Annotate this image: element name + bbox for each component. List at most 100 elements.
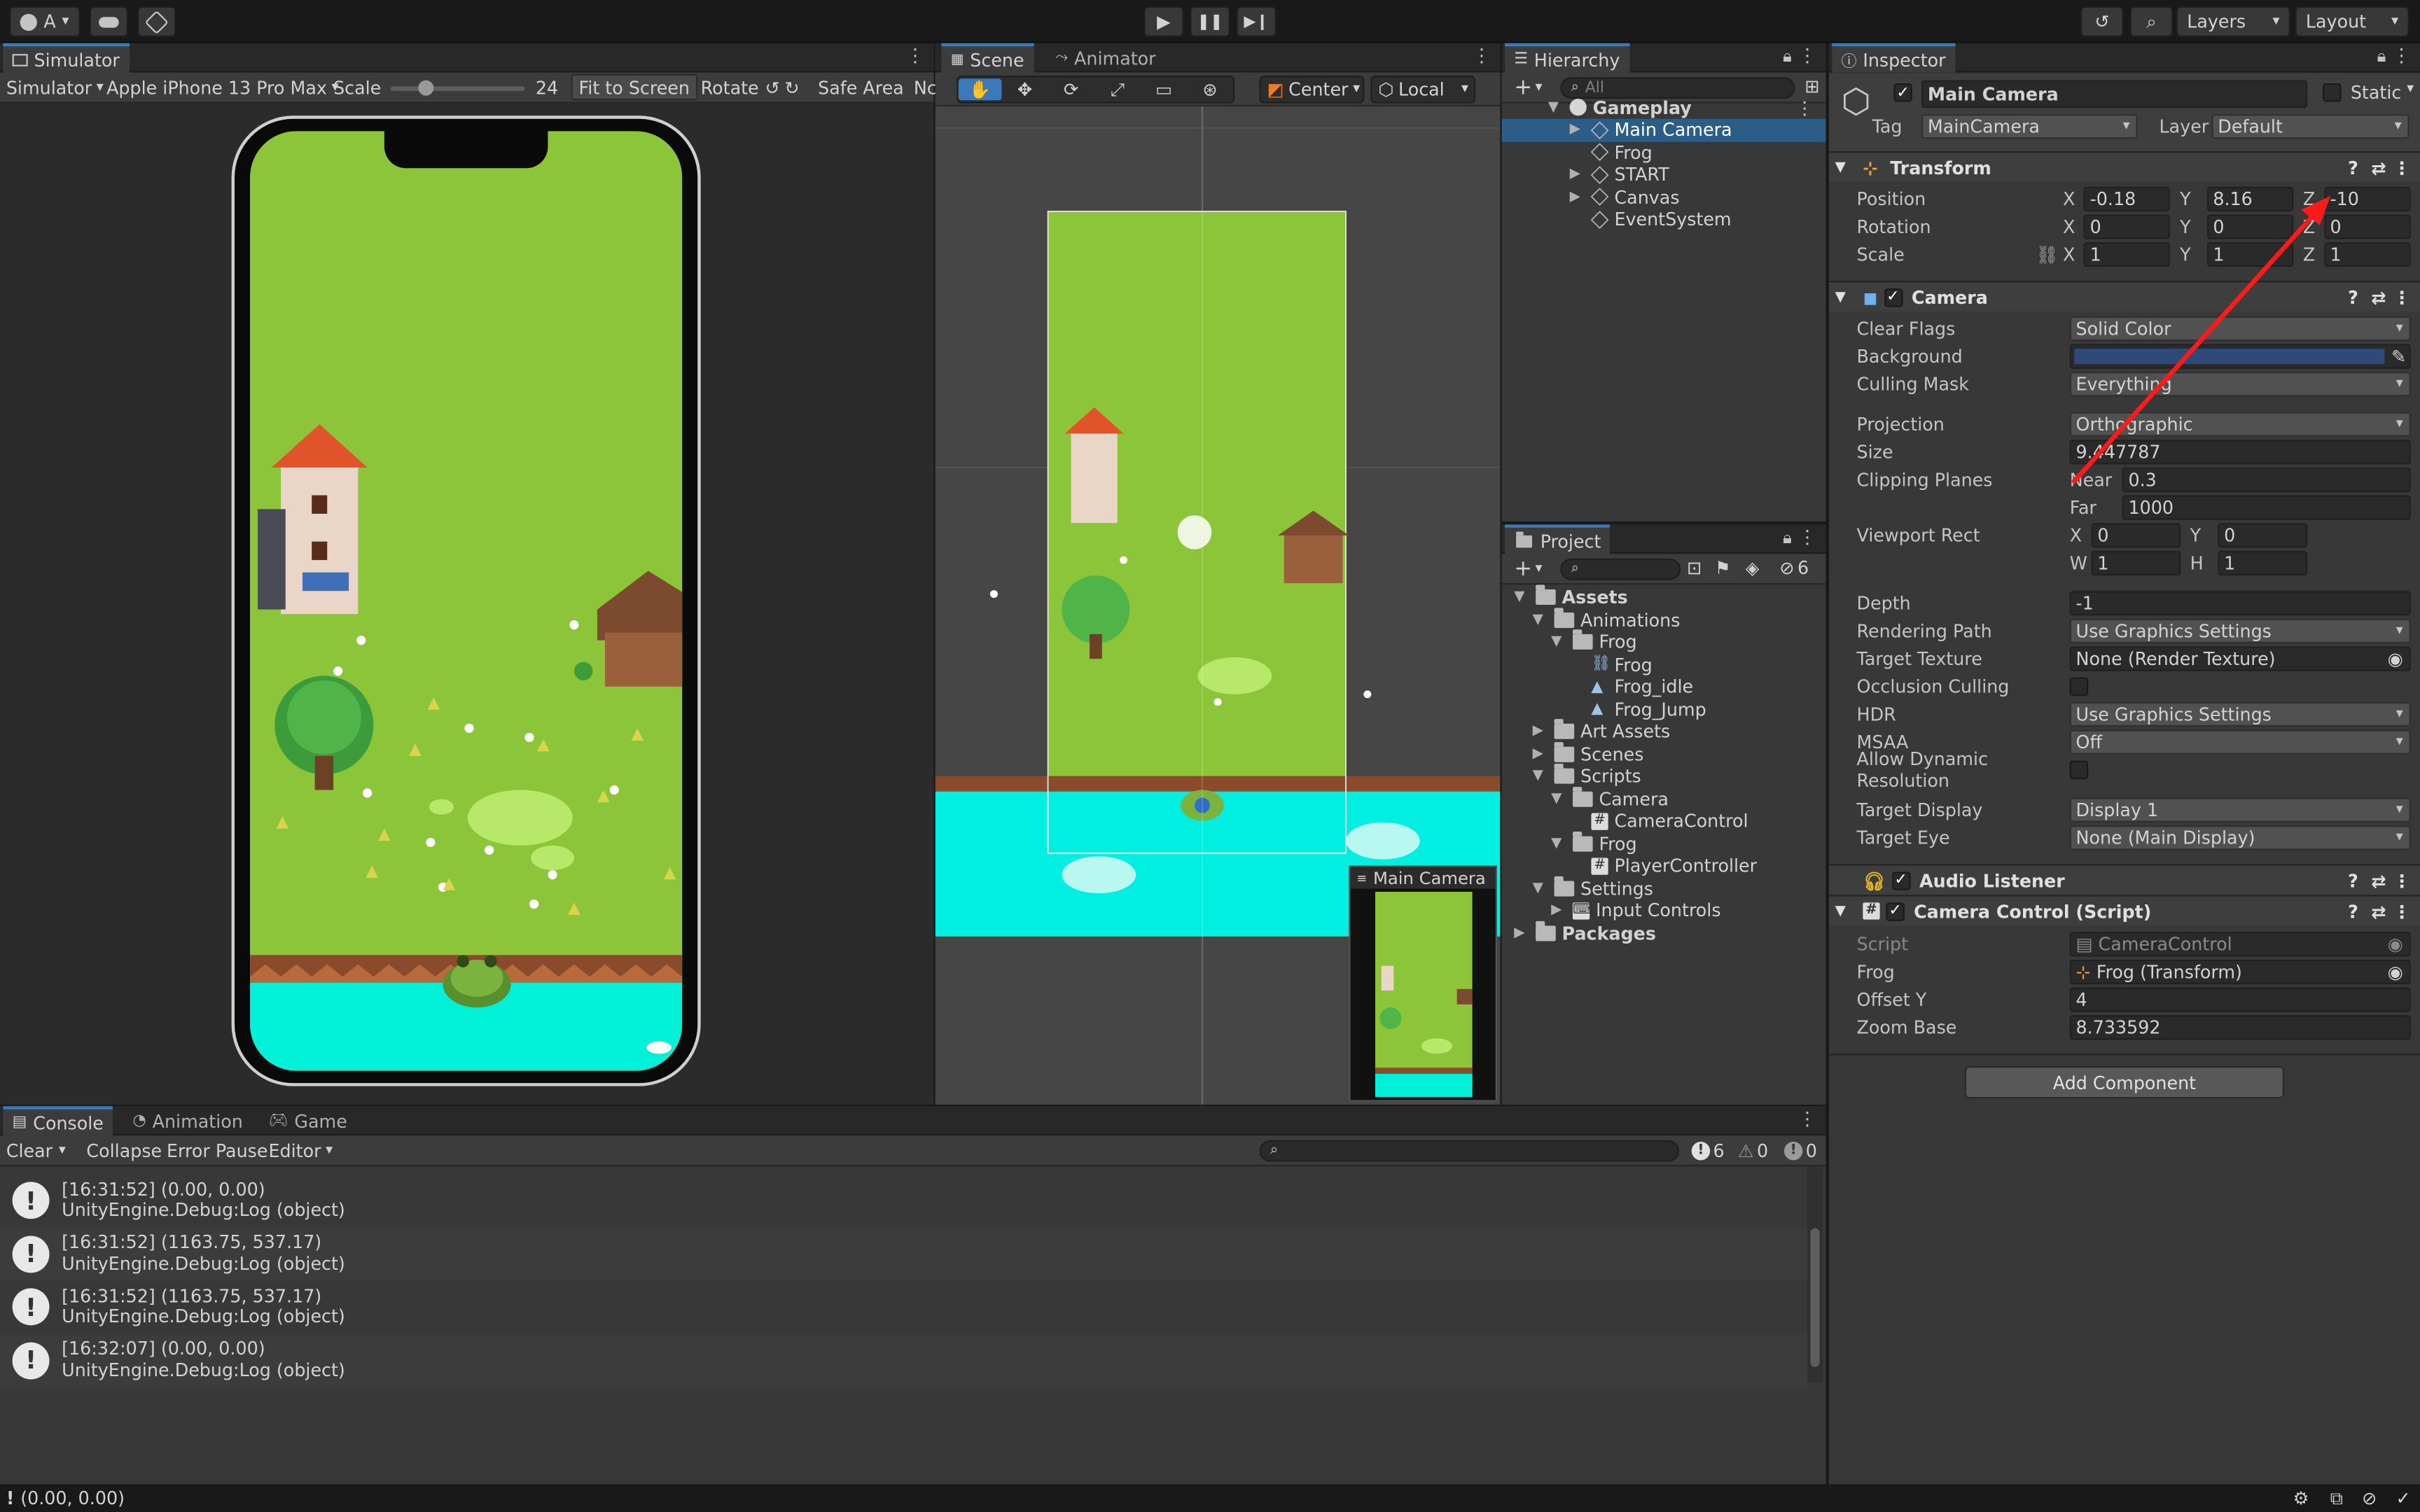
help-icon[interactable]: ? [2348, 900, 2358, 922]
audio-listener-checkbox[interactable]: ✓ [1891, 871, 1910, 890]
project-item[interactable]: ▶ Scenes [1533, 741, 1644, 765]
project-item[interactable]: ▶ Packages [1514, 920, 1656, 944]
camera-control-header[interactable]: ▼ # ✓ Camera Control (Script) ? ⇄ ⋮ [1828, 895, 2420, 926]
component-menu-icon[interactable]: ⋮ [2393, 869, 2410, 891]
target-texture-field[interactable]: None (Render Texture) ◉ [2069, 646, 2411, 671]
component-menu-icon[interactable]: ⋮ [2393, 900, 2410, 922]
project-item[interactable]: ▼ Frog [1551, 629, 1637, 653]
target-eye-dropdown[interactable]: None (Main Display) [2069, 825, 2411, 850]
scale-slider-track[interactable] [390, 80, 525, 96]
log-filter-toggle[interactable]: ! 6 [1685, 1137, 1731, 1165]
hierarchy-item-canvas[interactable]: ▶ Canvas [1570, 186, 1680, 209]
project-search[interactable]: ⌕ [1560, 558, 1681, 580]
project-item[interactable]: ▼ Camera [1551, 786, 1669, 810]
editor-dropdown[interactable]: Editor ▾ [263, 1137, 339, 1165]
hierarchy-add-button[interactable]: + ▾ [1508, 74, 1548, 102]
warning-filter-toggle[interactable]: ⚠ 0 [1732, 1137, 1774, 1165]
project-menu-icon[interactable]: ⋮ [1798, 526, 1816, 548]
console-scrollbar-thumb[interactable] [1810, 1228, 1820, 1367]
project-item[interactable]: ⛓ Frog [1570, 653, 1652, 676]
rotate-left-icon[interactable]: ↺ [765, 77, 779, 99]
debug-icon[interactable]: ⚙ [2293, 1488, 2309, 1509]
hidden-packages-toggle[interactable]: ⊘ 6 [1779, 557, 1809, 579]
cloud-button[interactable] [89, 6, 128, 37]
viewport-x-field[interactable]: 0 [2091, 523, 2181, 548]
play-button[interactable]: ▶ [1143, 6, 1184, 37]
hierarchy-item-eventsystem[interactable]: EventSystem [1570, 209, 1732, 231]
rect-tool-icon[interactable]: ▭ [1141, 78, 1187, 100]
hierarchy-scene-root[interactable]: ▼ Gameplay ⋮ [1548, 97, 1826, 119]
pivot-dropdown[interactable]: ◩ Center ▾ [1259, 76, 1365, 104]
hierarchy-menu-icon[interactable]: ⋮ [1798, 45, 1816, 66]
project-item[interactable]: ▶ ⌨ Input Controls [1551, 899, 1720, 922]
tab-scene[interactable]: ▦ Scene [941, 43, 1034, 73]
device-dropdown[interactable]: Apple iPhone 13 Pro Max ▾ [100, 74, 345, 102]
hierarchy-item-main-camera[interactable]: ▶ Main Camera [1501, 118, 1826, 141]
scale-tool-icon[interactable]: ⤢ [1094, 78, 1141, 101]
pause-button[interactable]: ❚❚ [1190, 6, 1230, 37]
preset-icon[interactable]: ⇄ [2371, 900, 2386, 922]
viewport-h-field[interactable]: 1 [2218, 550, 2308, 576]
simulator-mode-dropdown[interactable]: Simulator ▾ [0, 74, 110, 102]
rendering-path-dropdown[interactable]: Use Graphics Settings [2069, 618, 2411, 644]
fit-to-screen-button[interactable]: Fit to Screen [571, 74, 697, 101]
tab-animator[interactable]: ⤳ Animator [1046, 43, 1164, 73]
tab-hierarchy[interactable]: ☰ Hierarchy [1504, 43, 1629, 73]
console-entry[interactable]: ! [16:32:07] (0.00, 0.00) UnityEngine.Deb… [0, 1334, 1808, 1387]
network-icon[interactable]: ⧉ [2330, 1487, 2343, 1510]
scene-root-menu-icon[interactable]: ⋮ [1795, 97, 1813, 118]
help-icon[interactable]: ? [2348, 869, 2358, 891]
msaa-dropdown[interactable]: Off [2069, 729, 2411, 755]
target-display-dropdown[interactable]: Display 1 [2069, 797, 2411, 822]
rotate-button[interactable]: Rotate ↺ ↻ [695, 74, 806, 102]
move-tool-icon[interactable]: ✥ [1001, 78, 1048, 100]
console-menu-icon[interactable]: ⋮ [1798, 1108, 1816, 1130]
tab-console[interactable]: ▤ Console [3, 1106, 113, 1136]
object-picker-icon[interactable]: ◉ [2388, 961, 2403, 983]
hdr-dropdown[interactable]: Use Graphics Settings [2069, 701, 2411, 727]
layout-dropdown[interactable]: Layout [2295, 6, 2409, 37]
camera-control-checkbox[interactable]: ✓ [1886, 902, 1905, 920]
hierarchy-item-start[interactable]: ▶ START [1570, 164, 1669, 186]
layers-dropdown[interactable]: Layers [2176, 6, 2290, 37]
project-item[interactable]: ▼ Frog [1551, 831, 1637, 855]
status-check-icon[interactable]: ✓ [2396, 1488, 2411, 1509]
project-add-button[interactable]: + ▾ [1508, 555, 1548, 583]
tab-project[interactable]: Project [1504, 524, 1611, 554]
cache-icon[interactable]: ⊘ [2362, 1488, 2377, 1509]
simulator-menu-icon[interactable]: ⋮ [906, 45, 924, 66]
project-item[interactable]: ▼ Settings [1533, 876, 1653, 899]
undo-history-button[interactable]: ↺ [2080, 6, 2124, 37]
console-scrollbar[interactable] [1807, 1166, 1823, 1382]
project-item[interactable]: # PlayerController [1570, 855, 1757, 877]
clear-dropdown[interactable]: Clear ▾ [0, 1137, 72, 1165]
viewport-w-field[interactable]: 1 [2091, 550, 2181, 576]
project-item[interactable]: ▶ Art Assets [1533, 719, 1670, 743]
status-message[interactable]: (0.00, 0.00) [20, 1488, 125, 1509]
project-item[interactable]: ▲ Frog_Jump [1570, 698, 1706, 720]
hierarchy-item-frog[interactable]: Frog [1570, 141, 1653, 164]
project-lock-icon[interactable]: 🔒︎ [1783, 528, 1792, 550]
space-dropdown[interactable]: ⬡ Local ▾ [1370, 76, 1476, 104]
project-item[interactable]: # CameraControl [1570, 810, 1748, 832]
rotate-right-icon[interactable]: ↻ [784, 77, 799, 99]
tab-game[interactable]: 🎮︎ Game [259, 1106, 356, 1135]
tag-icon[interactable]: ◈ [1746, 557, 1760, 579]
scale-slider-knob[interactable] [419, 80, 435, 96]
search-by-label-icon[interactable]: ⚑ [1715, 557, 1731, 579]
error-filter-toggle[interactable]: ! 0 [1778, 1137, 1823, 1165]
scene-visibility-icon[interactable]: ⊞ [1804, 76, 1819, 97]
step-button[interactable]: ▶❙ [1236, 6, 1277, 37]
hierarchy-search[interactable]: ⌕ All [1560, 77, 1795, 99]
hand-tool-icon[interactable]: ✋ [958, 78, 1002, 101]
dynamic-resolution-checkbox[interactable] [2069, 760, 2089, 780]
game-screen[interactable] [250, 131, 683, 1071]
tab-simulator[interactable]: Simulator [3, 43, 130, 73]
project-item[interactable]: ▼ Assets [1514, 584, 1628, 609]
project-item[interactable]: ▼ Animations [1533, 607, 1680, 631]
hierarchy-lock-icon[interactable]: 🔒︎ [1783, 46, 1792, 68]
console-search[interactable]: ⌕ [1259, 1140, 1680, 1162]
scene-menu-icon[interactable]: ⋮ [1473, 45, 1491, 66]
console-entry[interactable]: ! [16:31:52] (1163.75, 537.17) UnityEngin… [0, 1280, 1807, 1334]
safe-area-toggle[interactable]: Safe Area [812, 74, 910, 102]
